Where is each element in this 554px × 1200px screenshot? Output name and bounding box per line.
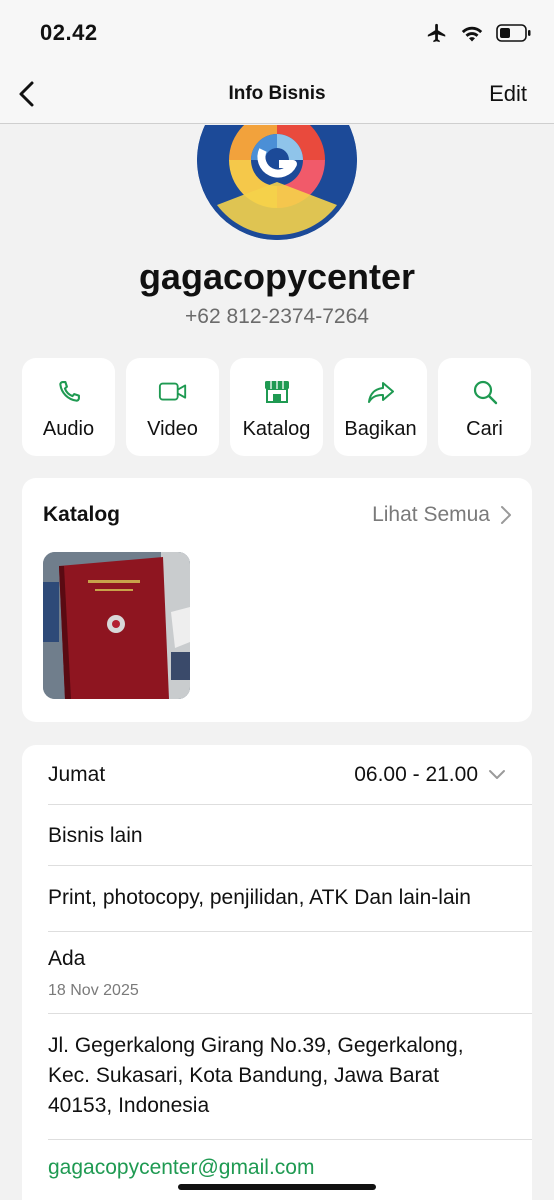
since-label: Ada (48, 947, 86, 970)
action-label: Audio (42, 418, 95, 440)
airplane-icon (426, 22, 448, 49)
action-label: Cari (466, 418, 503, 440)
hours-day: Jumat (48, 763, 106, 786)
status-icons (426, 22, 532, 49)
wifi-icon (460, 23, 484, 48)
business-description: Print, photocopy, penjilidan, ATK Dan la… (48, 886, 471, 909)
description-row: Print, photocopy, penjilidan, ATK Dan la… (48, 866, 532, 932)
since-row: Ada 18 Nov 2025 (48, 932, 532, 1014)
catalog-title: Katalog (43, 503, 121, 526)
business-info-content[interactable]: gagacopycenter +62 812-2374-7264 Audio V… (0, 125, 554, 1200)
business-email[interactable]: gagacopycenter@gmail.com (48, 1156, 314, 1179)
business-phone[interactable]: +62 812-2374-7264 (0, 305, 554, 329)
share-icon (366, 377, 396, 407)
search-button[interactable]: Cari (438, 358, 531, 456)
action-buttons: Audio Video Katalog Bagikan Cari (22, 358, 531, 456)
action-label: Bagikan (344, 418, 417, 440)
catalog-button[interactable]: Katalog (230, 358, 323, 456)
catalog-section: Katalog Lihat Semua (22, 478, 532, 722)
status-time: 02.42 (40, 20, 98, 45)
store-icon (262, 377, 292, 407)
page-title: Info Bisnis (228, 83, 326, 104)
navigation-bar: Info Bisnis Edit (0, 64, 554, 124)
since-date: 18 Nov 2025 (48, 982, 139, 999)
video-icon (158, 377, 188, 407)
battery-icon (496, 23, 532, 48)
profile-avatar[interactable] (197, 125, 357, 240)
chevron-right-icon (501, 506, 511, 524)
email-row[interactable]: gagacopycenter@gmail.com (48, 1140, 532, 1200)
logo-icon (197, 125, 357, 240)
audio-call-button[interactable]: Audio (22, 358, 115, 456)
address-row[interactable]: Jl. Gegerkalong Girang No.39, Gegerkalon… (48, 1014, 532, 1140)
share-button[interactable]: Bagikan (334, 358, 427, 456)
phone-icon (54, 377, 84, 407)
business-address: Jl. Gegerkalong Girang No.39, Gegerkalon… (48, 1034, 464, 1117)
chevron-down-icon (489, 770, 505, 779)
business-name: gagacopycenter (138, 256, 416, 297)
see-all-link[interactable]: Lihat Semua (372, 503, 512, 527)
edit-button[interactable]: Edit (489, 81, 527, 107)
product-photo (43, 552, 190, 699)
business-details: Jumat 06.00 - 21.00 Bisnis lain Print, p… (22, 745, 532, 1200)
search-icon (470, 377, 500, 407)
action-label: Video (147, 418, 198, 440)
see-all-label: Lihat Semua (372, 503, 490, 526)
action-label: Katalog (242, 418, 311, 440)
business-category: Bisnis lain (48, 824, 143, 847)
hours-time-value: 06.00 - 21.00 (354, 763, 478, 786)
status-bar: 02.42 (0, 0, 554, 64)
business-hours-row[interactable]: Jumat 06.00 - 21.00 (48, 745, 532, 805)
video-call-button[interactable]: Video (126, 358, 219, 456)
category-row: Bisnis lain (48, 805, 532, 866)
hours-time: 06.00 - 21.00 (354, 763, 506, 787)
home-indicator (178, 1184, 376, 1190)
catalog-item-thumbnail[interactable] (43, 552, 190, 699)
